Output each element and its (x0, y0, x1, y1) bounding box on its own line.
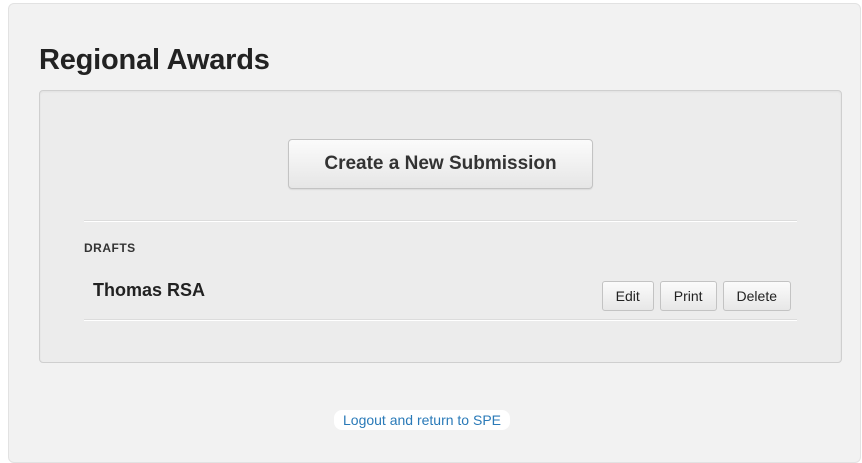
page-title: Regional Awards (39, 44, 270, 76)
create-new-submission-button[interactable]: Create a New Submission (288, 139, 593, 189)
edit-draft-button[interactable]: Edit (601, 281, 654, 311)
draft-name: Thomas RSA (93, 280, 206, 300)
logout-link[interactable]: Logout and return to SPE (334, 410, 510, 430)
draft-actions: Edit Print Delete (601, 281, 791, 311)
delete-draft-button[interactable]: Delete (722, 281, 791, 311)
print-draft-button[interactable]: Print (659, 281, 717, 311)
submissions-panel: Create a New Submission DRAFTS Thomas RS… (39, 90, 842, 363)
page-container: Regional Awards Create a New Submission … (8, 3, 861, 463)
section-divider (84, 220, 797, 222)
drafts-section-label: DRAFTS (84, 241, 136, 255)
draft-row: Thomas RSA Edit Print Delete (84, 271, 797, 320)
